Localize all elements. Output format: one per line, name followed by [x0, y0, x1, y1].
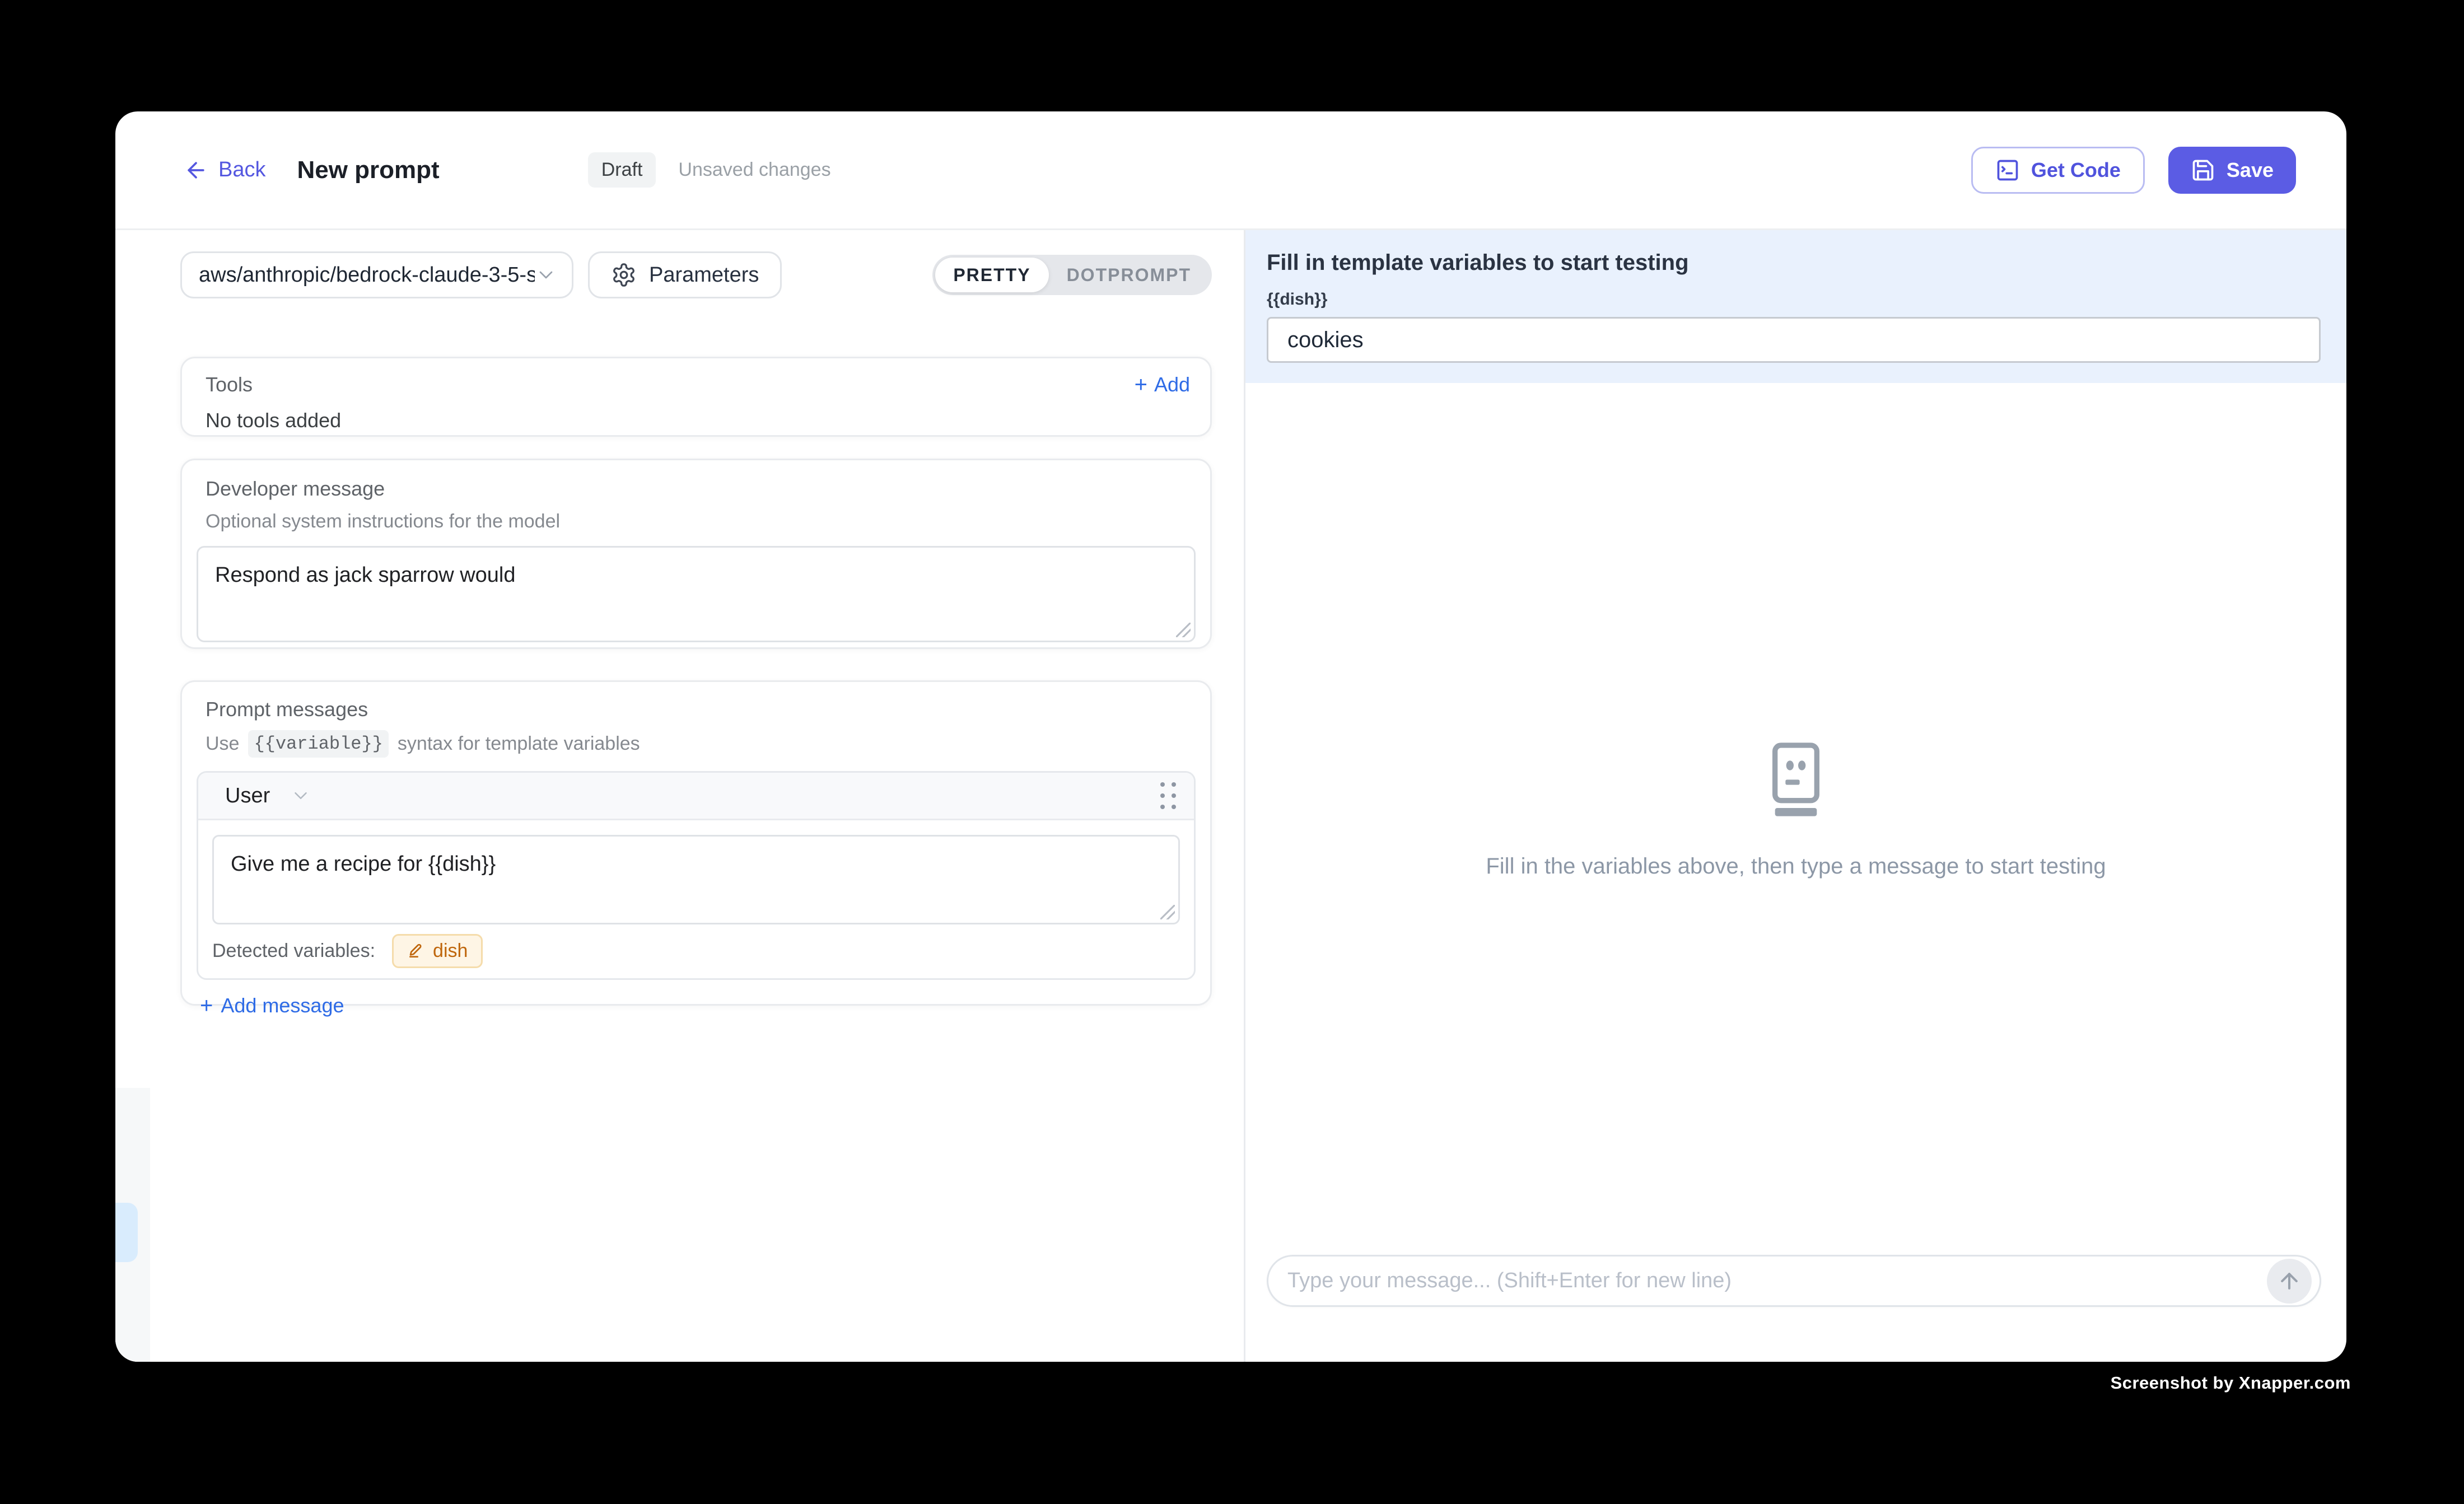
pencil-icon — [407, 942, 425, 960]
syntax-hint: Use {{variable}} syntax for template var… — [206, 730, 1196, 758]
tools-card: Tools + Add No tools added — [180, 357, 1212, 437]
drag-handle[interactable] — [1160, 782, 1176, 809]
send-button[interactable] — [2267, 1259, 2312, 1304]
model-selector-value: aws/anthropic/bedrock-claude-3-5-s... — [199, 263, 535, 287]
syntax-prefix: Use — [206, 733, 239, 755]
toggle-dotprompt[interactable]: DOTPROMPT — [1049, 258, 1209, 292]
status-badge: Draft — [588, 152, 656, 188]
back-label: Back — [218, 158, 265, 182]
message-header: User — [198, 773, 1194, 820]
model-row: aws/anthropic/bedrock-claude-3-5-s... Pa… — [180, 251, 1212, 298]
save-button[interactable]: Save — [2168, 147, 2296, 194]
plus-icon: + — [1135, 373, 1147, 396]
parameters-label: Parameters — [649, 263, 759, 287]
prompt-editor-column: aws/anthropic/bedrock-claude-3-5-s... Pa… — [115, 230, 1245, 1362]
detected-variables-row: Detected variables: dish — [212, 935, 1180, 967]
empty-state: Fill in the variables above, then type a… — [1245, 383, 2346, 1255]
chevron-down-icon — [535, 264, 557, 286]
toggle-pretty[interactable]: PRETTY — [935, 258, 1048, 292]
arrow-up-icon — [2277, 1269, 2302, 1293]
message-value: Give me a recipe for {{dish}} — [231, 852, 496, 876]
message-input[interactable] — [1268, 1257, 2320, 1305]
model-selector[interactable]: aws/anthropic/bedrock-claude-3-5-s... — [180, 251, 573, 298]
detected-variables-label: Detected variables: — [212, 940, 375, 962]
get-code-label: Get Code — [2031, 158, 2121, 182]
plus-icon: + — [200, 994, 213, 1017]
terminal-icon — [1995, 158, 2020, 183]
format-toggle: PRETTY DOTPROMPT — [932, 255, 1212, 295]
developer-message-title: Developer message — [206, 477, 1196, 501]
add-tool-label: Add — [1154, 373, 1190, 396]
add-tool-button[interactable]: + Add — [1135, 373, 1190, 396]
tools-empty-text: No tools added — [206, 409, 1190, 432]
prompt-messages-card: Prompt messages Use {{variable}} syntax … — [180, 680, 1212, 1006]
main-content: aws/anthropic/bedrock-claude-3-5-s... Pa… — [115, 230, 2346, 1362]
header-actions: Get Code Save — [1971, 147, 2296, 194]
developer-message-subtitle: Optional system instructions for the mod… — [206, 511, 1196, 533]
prompt-messages-title: Prompt messages — [206, 698, 1196, 721]
message-body: Give me a recipe for {{dish}} Detected v… — [198, 820, 1194, 978]
gear-icon — [611, 262, 637, 288]
back-button[interactable]: Back — [184, 158, 265, 183]
variable-chip-label: dish — [433, 940, 468, 962]
message-block: User Give me a recipe for {{dish}} Detec… — [197, 771, 1196, 980]
get-code-button[interactable]: Get Code — [1971, 147, 2145, 194]
back-arrow-icon — [184, 158, 208, 183]
parameters-button[interactable]: Parameters — [588, 251, 782, 298]
chevron-down-icon — [290, 785, 311, 806]
template-variables-bar: Fill in template variables to start test… — [1245, 230, 2346, 383]
role-selector[interactable]: User — [225, 784, 311, 808]
add-message-button[interactable]: + Add message — [200, 989, 1196, 1022]
resize-grip-icon[interactable] — [1176, 623, 1191, 637]
app-window: Back New prompt Draft Unsaved changes Ge… — [115, 111, 2346, 1362]
save-icon — [2191, 158, 2215, 183]
page-title: New prompt — [297, 156, 439, 184]
composer-box — [1267, 1255, 2321, 1307]
left-edge-tab — [115, 1203, 138, 1262]
syntax-suffix: syntax for template variables — [398, 733, 640, 755]
composer — [1245, 1255, 2346, 1307]
variables-bar-title: Fill in template variables to start test… — [1267, 250, 2321, 275]
save-label: Save — [2227, 158, 2274, 182]
developer-message-textarea[interactable]: Respond as jack sparrow would — [197, 546, 1196, 642]
tools-title: Tools — [206, 373, 253, 396]
developer-message-card: Developer message Optional system instru… — [180, 459, 1212, 649]
message-textarea[interactable]: Give me a recipe for {{dish}} — [212, 835, 1180, 924]
variable-dish-label: {{dish}} — [1267, 290, 2321, 309]
add-message-label: Add message — [221, 994, 344, 1017]
resize-grip-icon[interactable] — [1160, 905, 1175, 919]
header: Back New prompt Draft Unsaved changes Ge… — [115, 111, 2346, 230]
role-value: User — [225, 784, 270, 808]
robot-face-icon — [1767, 742, 1825, 820]
watermark-text: Screenshot by Xnapper.com — [2111, 1373, 2351, 1393]
test-panel: Fill in template variables to start test… — [1245, 230, 2346, 1362]
developer-message-value: Respond as jack sparrow would — [215, 563, 516, 587]
unsaved-changes-text: Unsaved changes — [678, 159, 830, 181]
variable-chip-dish[interactable]: dish — [392, 934, 483, 968]
variable-syntax-chip: {{variable}} — [248, 730, 388, 758]
variable-dish-input[interactable] — [1267, 317, 2321, 363]
empty-state-text: Fill in the variables above, then type a… — [1486, 854, 2106, 879]
